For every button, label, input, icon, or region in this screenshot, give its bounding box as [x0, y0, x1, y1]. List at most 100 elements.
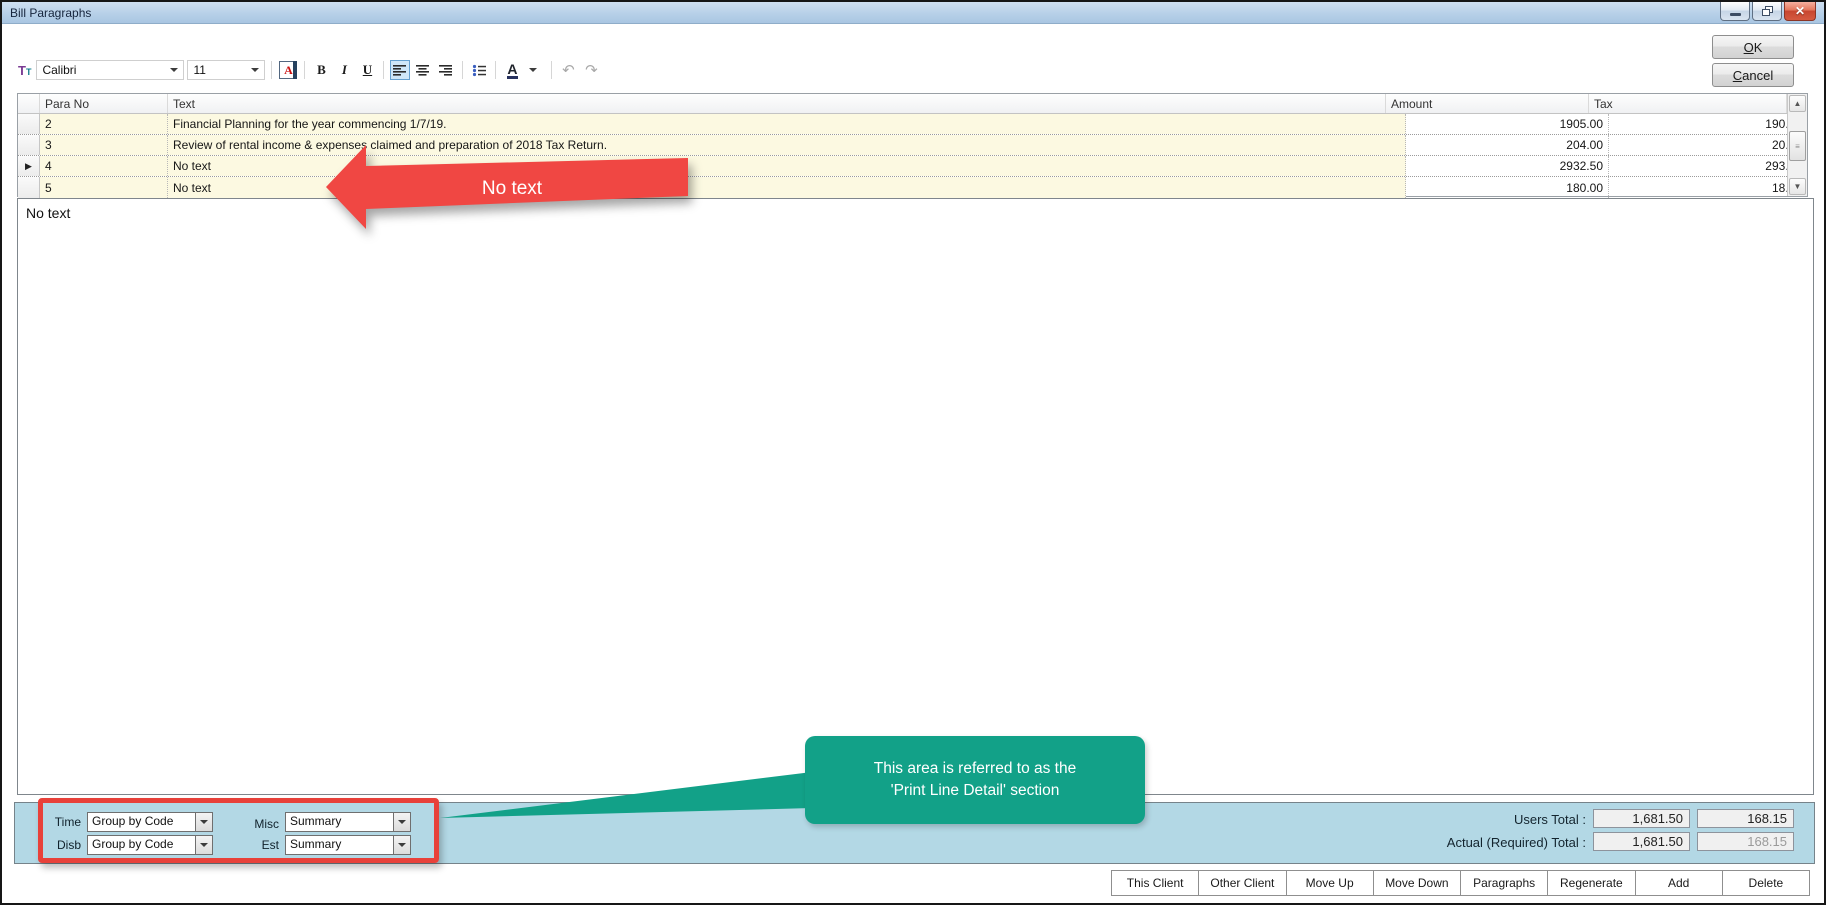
move-up-button[interactable]: Move Up — [1286, 870, 1374, 896]
cell-tax[interactable]: 293.25 — [1609, 156, 1807, 176]
cell-amount[interactable]: 1905.00 — [1406, 114, 1609, 134]
align-center-icon — [416, 64, 430, 76]
cell-amount[interactable]: 180.00 — [1406, 177, 1609, 198]
cell-text[interactable]: Financial Planning for the year commenci… — [168, 114, 1406, 134]
cell-para-no[interactable]: 2 — [40, 114, 168, 134]
chevron-down-icon[interactable] — [393, 836, 410, 854]
delete-button[interactable]: Delete — [1722, 870, 1810, 896]
scroll-up-icon[interactable]: ▲ — [1789, 95, 1806, 112]
font-color-button[interactable]: A — [502, 60, 522, 80]
print-line-detail-section: Time Group by Code Disb Group by Code Mi… — [14, 802, 1815, 864]
close-icon: ✕ — [1795, 4, 1805, 18]
cell-text[interactable]: Review of rental income & expenses claim… — [168, 135, 1406, 155]
est-select[interactable]: Summary — [285, 835, 411, 855]
cell-para-no[interactable]: 3 — [40, 135, 168, 155]
cell-text[interactable]: No text — [168, 156, 1406, 176]
add-button[interactable]: Add — [1635, 870, 1723, 896]
toolbar-separator — [383, 61, 384, 79]
actual-total-label: Actual (Required) Total : — [1366, 835, 1586, 850]
chevron-down-icon[interactable] — [195, 813, 212, 831]
redo-button[interactable]: ↷ — [581, 60, 601, 80]
header-para-no[interactable]: Para No — [40, 94, 168, 113]
scroll-down-icon[interactable]: ▼ — [1789, 178, 1806, 195]
chevron-down-icon — [529, 68, 537, 72]
font-color-icon: A — [507, 62, 517, 79]
restore-icon — [1762, 6, 1773, 16]
header-tax[interactable]: Tax — [1589, 94, 1787, 113]
header-amount[interactable]: Amount — [1386, 94, 1589, 113]
header-text[interactable]: Text — [168, 94, 1386, 113]
table-row-current[interactable]: ▶ 4 No text 2932.50 293.25 — [18, 156, 1807, 177]
bold-button[interactable]: B — [311, 60, 331, 80]
ok-button[interactable]: OK — [1712, 35, 1794, 59]
chevron-down-icon — [170, 68, 178, 72]
align-right-button[interactable] — [436, 60, 456, 80]
font-size-value: 11 — [188, 63, 251, 77]
align-center-button[interactable] — [413, 60, 433, 80]
disb-select[interactable]: Group by Code — [87, 835, 213, 855]
chevron-down-icon[interactable] — [195, 836, 212, 854]
misc-label: Misc — [239, 817, 279, 831]
other-client-button[interactable]: Other Client — [1198, 870, 1286, 896]
move-down-button[interactable]: Move Down — [1373, 870, 1461, 896]
est-label: Est — [239, 838, 279, 852]
close-button[interactable]: ✕ — [1784, 2, 1816, 21]
cell-tax[interactable]: 18.00 — [1609, 177, 1807, 198]
cell-para-no[interactable]: 5 — [40, 177, 168, 198]
paragraph-text-editor[interactable]: No text — [17, 198, 1814, 795]
time-label: Time — [41, 815, 81, 829]
font-name-value: Calibri — [37, 63, 170, 77]
actual-total-amount: 1,681.50 — [1593, 832, 1690, 851]
chevron-down-icon[interactable] — [393, 813, 410, 831]
row-selector[interactable] — [18, 177, 40, 198]
align-left-button[interactable] — [390, 60, 410, 80]
minimize-icon — [1730, 13, 1741, 16]
italic-button[interactable]: I — [334, 60, 354, 80]
time-select[interactable]: Group by Code — [87, 812, 213, 832]
restore-button[interactable] — [1752, 2, 1782, 21]
cell-amount[interactable]: 204.00 — [1406, 135, 1609, 155]
paragraphs-button[interactable]: Paragraphs — [1460, 870, 1548, 896]
font-color-dropdown[interactable] — [525, 60, 545, 80]
font-icon: TT — [18, 63, 31, 78]
row-selector[interactable] — [18, 114, 40, 134]
table-row[interactable]: 2 Financial Planning for the year commen… — [18, 114, 1807, 135]
toolbar-separator — [495, 61, 496, 79]
formatting-toolbar: TT Calibri 11 A B I U — [18, 57, 601, 83]
grid-vertical-scrollbar[interactable]: ▲ ≡ ▼ — [1787, 94, 1807, 196]
misc-select[interactable]: Summary — [285, 812, 411, 832]
toolbar-separator — [271, 61, 272, 79]
table-row[interactable]: 5 No text 180.00 18.00 — [18, 177, 1807, 198]
paragraphs-grid: Para No Text Amount Tax 2 Financial Plan… — [17, 93, 1808, 197]
undo-button[interactable]: ↶ — [558, 60, 578, 80]
grid-header: Para No Text Amount Tax — [18, 94, 1807, 114]
font-dialog-button[interactable]: A — [278, 60, 298, 80]
cell-amount[interactable]: 2932.50 — [1406, 156, 1609, 176]
actual-total-tax: 168.15 — [1697, 832, 1794, 851]
title-bar: Bill Paragraphs ✕ — [2, 2, 1824, 24]
current-row-icon: ▶ — [25, 161, 32, 172]
row-selector[interactable]: ▶ — [18, 156, 40, 176]
cancel-button[interactable]: Cancel — [1712, 63, 1794, 87]
regenerate-button[interactable]: Regenerate — [1547, 870, 1635, 896]
toolbar-separator — [462, 61, 463, 79]
font-size-select[interactable]: 11 — [187, 60, 265, 80]
minimize-button[interactable] — [1720, 2, 1750, 21]
toolbar-separator — [551, 61, 552, 79]
underline-button[interactable]: U — [357, 60, 377, 80]
users-total-amount: 1,681.50 — [1593, 809, 1690, 828]
scrollbar-thumb[interactable]: ≡ — [1789, 131, 1806, 161]
table-row[interactable]: 3 Review of rental income & expenses cla… — [18, 135, 1807, 156]
cell-para-no[interactable]: 4 — [40, 156, 168, 176]
cell-text[interactable]: No text — [168, 177, 1406, 198]
cell-tax[interactable]: 20.40 — [1609, 135, 1807, 155]
align-right-icon — [439, 64, 453, 76]
bottom-button-row: This Client Other Client Move Up Move Do… — [1112, 870, 1810, 896]
this-client-button[interactable]: This Client — [1111, 870, 1199, 896]
users-total-tax: 168.15 — [1697, 809, 1794, 828]
cell-tax[interactable]: 190.50 — [1609, 114, 1807, 134]
bullet-list-button[interactable] — [469, 60, 489, 80]
row-selector[interactable] — [18, 135, 40, 155]
disb-label: Disb — [41, 838, 81, 852]
font-name-select[interactable]: Calibri — [36, 60, 184, 80]
